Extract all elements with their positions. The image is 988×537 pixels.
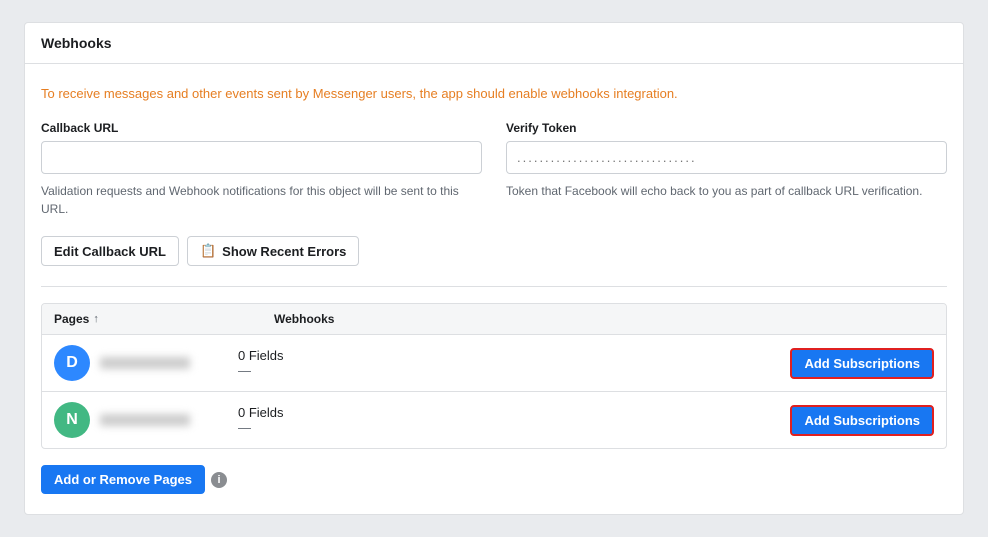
callback-url-helper: Validation requests and Webhook notifica… bbox=[41, 182, 482, 218]
fields-label-1: 0 Fields bbox=[238, 348, 790, 363]
verify-token-group: Verify Token bbox=[506, 121, 947, 174]
add-subscriptions-button-1[interactable]: Add Subscriptions bbox=[790, 348, 934, 379]
action-col-2: Add Subscriptions bbox=[790, 405, 934, 436]
fields-dash-2: — bbox=[238, 420, 790, 435]
avatar-1: D bbox=[54, 345, 90, 381]
page-name-blurred-1 bbox=[100, 357, 190, 369]
pages-column-header: Pages ↑ bbox=[54, 312, 274, 326]
avatar-2: N bbox=[54, 402, 90, 438]
page-name-col-1: D bbox=[54, 345, 238, 381]
webhooks-column-header: Webhooks bbox=[274, 312, 934, 326]
page-name-col-2: N bbox=[54, 402, 238, 438]
table-row: N 0 Fields — Add Subscriptions bbox=[42, 392, 946, 448]
webhooks-info-2: 0 Fields — bbox=[238, 405, 790, 435]
show-recent-errors-button[interactable]: 📋 Show Recent Errors bbox=[187, 236, 359, 266]
verify-token-label: Verify Token bbox=[506, 121, 947, 135]
add-subscriptions-button-2[interactable]: Add Subscriptions bbox=[790, 405, 934, 436]
callback-url-group: Callback URL bbox=[41, 121, 482, 174]
sort-icon: ↑ bbox=[93, 313, 99, 325]
form-row: Callback URL Verify Token bbox=[41, 121, 947, 174]
callback-url-label: Callback URL bbox=[41, 121, 482, 135]
action-col-1: Add Subscriptions bbox=[790, 348, 934, 379]
webhooks-card: Webhooks To receive messages and other e… bbox=[24, 22, 964, 516]
fields-label-2: 0 Fields bbox=[238, 405, 790, 420]
info-icon[interactable]: i bbox=[211, 472, 227, 488]
edit-callback-url-button[interactable]: Edit Callback URL bbox=[41, 236, 179, 266]
card-body: To receive messages and other events sen… bbox=[25, 64, 963, 515]
fields-dash-1: — bbox=[238, 363, 790, 378]
page-name-blurred-2 bbox=[100, 414, 190, 426]
clipboard-icon: 📋 bbox=[200, 243, 216, 259]
verify-token-helper: Token that Facebook will echo back to yo… bbox=[506, 182, 947, 218]
add-remove-pages-button[interactable]: Add or Remove Pages bbox=[41, 465, 205, 494]
bottom-actions: Add or Remove Pages i bbox=[41, 465, 947, 494]
webhooks-info-1: 0 Fields — bbox=[238, 348, 790, 378]
table-row: D 0 Fields — Add Subscriptions bbox=[42, 335, 946, 392]
pages-table: Pages ↑ Webhooks D 0 Fields — Add Subscr… bbox=[41, 303, 947, 449]
helper-text-row: Validation requests and Webhook notifica… bbox=[41, 182, 947, 218]
verify-token-input[interactable] bbox=[506, 141, 947, 174]
callback-url-input[interactable] bbox=[41, 141, 482, 174]
show-errors-label: Show Recent Errors bbox=[222, 244, 346, 259]
card-title: Webhooks bbox=[25, 23, 963, 64]
table-header: Pages ↑ Webhooks bbox=[42, 304, 946, 335]
section-divider bbox=[41, 286, 947, 287]
info-text: To receive messages and other events sen… bbox=[41, 84, 947, 104]
action-buttons: Edit Callback URL 📋 Show Recent Errors bbox=[41, 236, 947, 266]
